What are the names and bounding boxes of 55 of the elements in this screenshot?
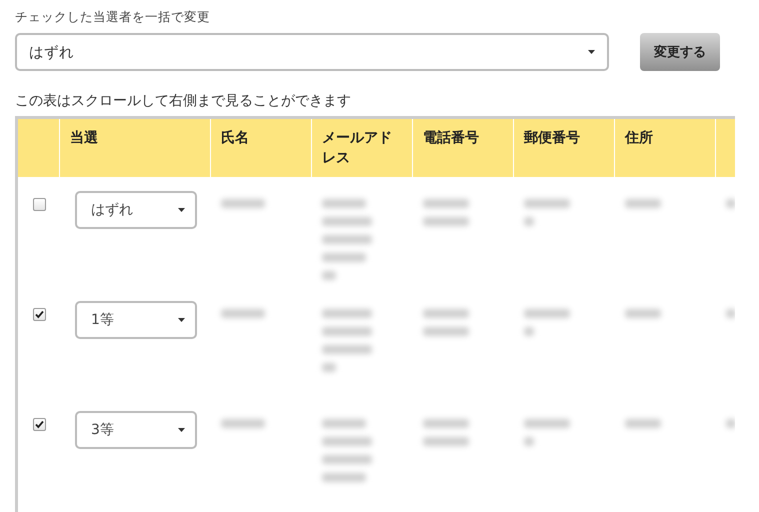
column-header: メールアドレス [312, 119, 413, 177]
blurred-text [625, 199, 661, 208]
blurred-text [322, 419, 366, 428]
blurred-text [322, 437, 372, 446]
blurred-text [322, 345, 372, 354]
column-header: 氏名 [211, 119, 312, 177]
caret-icon [178, 428, 185, 432]
blurred-text [423, 419, 469, 428]
prize-select[interactable]: はずれ [75, 191, 197, 229]
column-header: 電話番号 [413, 119, 514, 177]
blurred-text [524, 327, 534, 336]
blurred-text [221, 419, 265, 428]
prize-select[interactable]: 3等 [75, 411, 197, 449]
change-button[interactable]: 変更する [640, 33, 720, 71]
caret-icon [588, 50, 595, 54]
winner-select[interactable]: はずれ [15, 33, 609, 71]
blurred-text [423, 199, 469, 208]
blurred-text [524, 437, 534, 446]
blurred-text [322, 473, 366, 482]
blurred-text [423, 309, 469, 318]
blurred-text [322, 363, 336, 372]
prize-select[interactable]: 1等 [75, 301, 197, 339]
scroll-note: この表はスクロールして右側まで見ることができます [15, 92, 352, 110]
row-checkbox[interactable] [33, 198, 46, 211]
header-cell [18, 119, 60, 177]
column-header: 郵便番号 [514, 119, 615, 177]
blurred-text [221, 309, 265, 318]
blurred-text [726, 419, 735, 428]
caret-icon [178, 318, 185, 322]
row-checkbox[interactable] [33, 418, 46, 431]
blurred-text [423, 327, 469, 336]
blurred-text [524, 199, 570, 208]
blurred-text [625, 419, 661, 428]
blurred-text [423, 437, 469, 446]
blurred-text [726, 309, 735, 318]
blurred-text [726, 199, 735, 208]
blurred-text [322, 309, 372, 318]
blurred-text [625, 309, 661, 318]
caret-icon [178, 208, 185, 212]
blurred-text [322, 455, 372, 464]
blurred-text [221, 199, 265, 208]
blurred-text [524, 217, 534, 226]
column-header: 当選 [60, 119, 211, 177]
blurred-text [524, 419, 570, 428]
blurred-text [322, 199, 366, 208]
row-checkbox[interactable] [33, 308, 46, 321]
blurred-text [322, 271, 336, 280]
blurred-text [423, 217, 469, 226]
blurred-text [322, 253, 366, 262]
column-header: 住所 [615, 119, 716, 177]
blurred-text [322, 327, 372, 336]
blurred-text [524, 309, 570, 318]
bulk-change-label: チェックした当選者を一括で変更 [15, 9, 211, 26]
blurred-text [322, 235, 372, 244]
blurred-text [322, 217, 372, 226]
